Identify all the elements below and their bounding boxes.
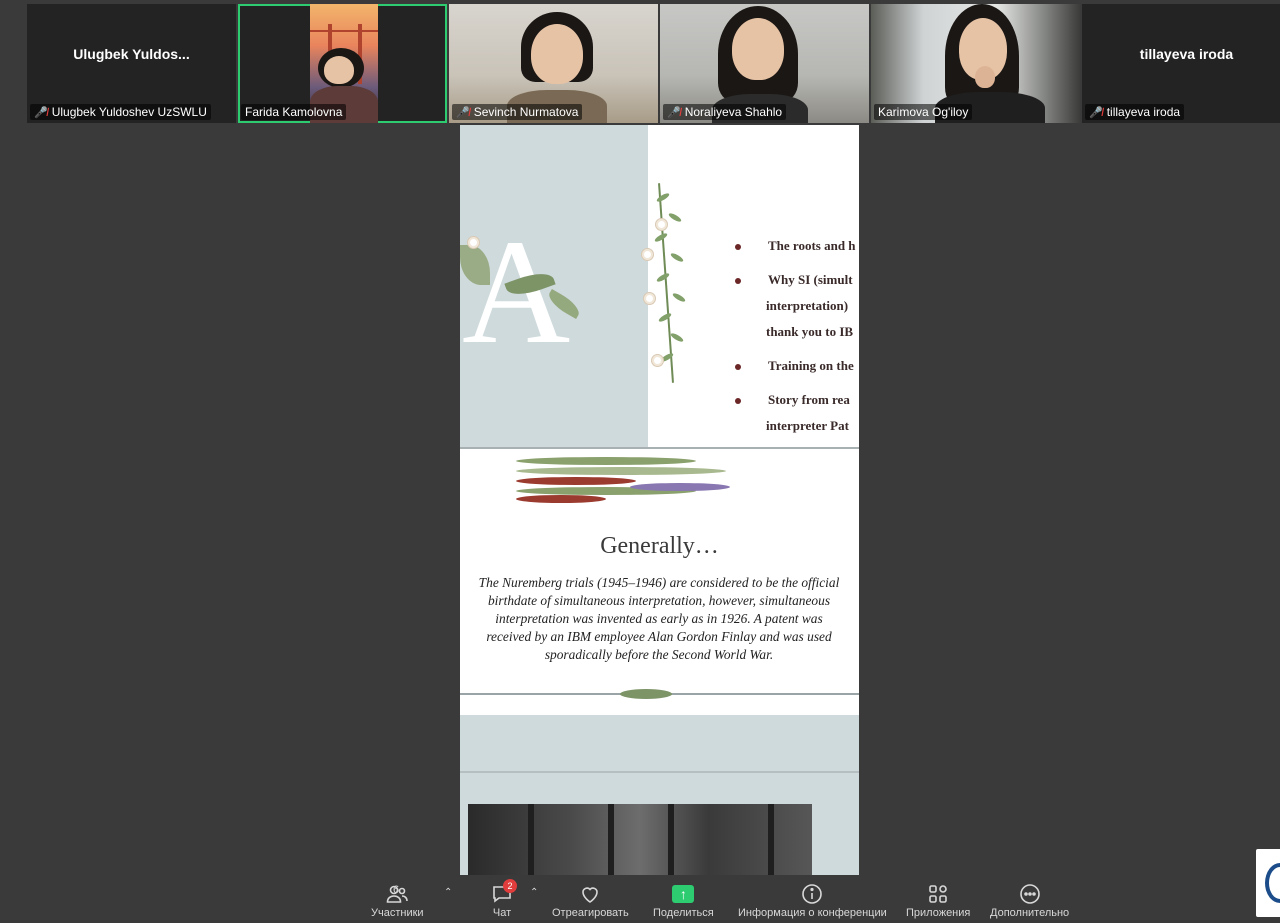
participant-tile[interactable]: tillayeva iroda 🎤̸ tillayeva iroda <box>1082 4 1280 123</box>
participant-name: tillayeva iroda <box>1106 105 1181 119</box>
chat-icon: 2 <box>490 879 517 907</box>
mic-muted-icon: 🎤̸ <box>34 106 48 119</box>
heart-icon <box>578 881 602 907</box>
participant-name: Sevinch Nurmatova <box>473 105 579 119</box>
list-item: Training on the <box>735 353 859 379</box>
participant-name: Karimova Og'iloy <box>878 105 969 119</box>
apps-label: Приложения <box>906 907 971 919</box>
mic-muted-icon: 🎤̸ <box>1089 106 1103 119</box>
chat-menu-caret-icon[interactable]: ⌃ <box>530 887 538 898</box>
share-screen-button[interactable]: ↑ Поделиться <box>653 881 714 919</box>
more-label: Дополнительно <box>990 907 1070 919</box>
slide-heading: Generally… <box>600 533 719 559</box>
participant-label: Karimova Og'iloy <box>874 104 973 120</box>
mic-muted-icon: 🎤̸ <box>667 106 681 119</box>
participant-label: 🎤̸ Noraliyeva Shahlo <box>663 104 787 120</box>
plume-decoration <box>516 457 696 465</box>
participant-tile[interactable]: 🎤̸ Sevinch Nurmatova <box>449 4 658 123</box>
flower-decoration <box>652 355 663 366</box>
more-icon <box>1018 881 1042 907</box>
flower-decoration <box>468 237 479 248</box>
meeting-toolbar: 6 Участники ⌃ 2 Чат ⌃ Отреагировать ↑ По… <box>0 875 1280 923</box>
participants-label: Участники <box>371 907 424 919</box>
slide-left-pane: A <box>460 125 648 447</box>
list-item: Why SI (simult interpretation) thank you… <box>735 267 859 345</box>
chat-button[interactable]: 2 Чат <box>490 879 517 919</box>
list-item: Story from rea interpreter Pat <box>735 387 859 439</box>
slide-section-agenda: A The roots and h Why SI (simult <box>460 125 859 447</box>
chat-label: Чат <box>492 907 512 919</box>
info-label: Информация о конференции <box>738 907 887 919</box>
share-label: Поделиться <box>653 907 714 919</box>
meeting-info-button[interactable]: Информация о конференции <box>738 881 887 919</box>
participants-button[interactable]: 6 Участники <box>371 881 424 919</box>
agenda-list: The roots and h Why SI (simult interpret… <box>733 233 859 447</box>
react-button[interactable]: Отреагировать <box>552 881 629 919</box>
flower-decoration <box>656 219 667 230</box>
participant-tile[interactable]: 🎤̸ Noraliyeva Shahlo <box>660 4 869 123</box>
flower-decoration <box>642 249 653 260</box>
participant-name: Farida Kamolovna <box>245 105 343 119</box>
participants-menu-caret-icon[interactable]: ⌃ <box>444 887 452 898</box>
participant-label: 🎤̸ tillayeva iroda <box>1085 104 1185 120</box>
participant-label: Farida Kamolovna <box>241 104 347 120</box>
participant-label: 🎤̸ Ulugbek Yuldoshev UzSWLU <box>30 104 211 120</box>
slide-section-photo <box>460 715 859 875</box>
slide-paragraph: The Nuremberg trials (1945–1946) are con… <box>478 575 840 662</box>
participant-name: Noraliyeva Shahlo <box>684 105 783 119</box>
participant-name: Ulugbek Yuldoshev UzSWLU <box>51 105 207 119</box>
info-icon <box>800 881 824 907</box>
shared-screen[interactable]: A The roots and h Why SI (simult <box>460 125 859 875</box>
participant-tile-active[interactable]: Farida Kamolovna <box>238 4 447 123</box>
flower-decoration <box>644 293 655 304</box>
share-screen-icon: ↑ <box>672 881 695 907</box>
more-button[interactable]: Дополнительно <box>990 881 1069 919</box>
apps-button[interactable]: Приложения <box>906 881 970 919</box>
slide-section-generally: Generally… The Nuremberg trials (1945–19… <box>460 449 859 699</box>
participant-tile[interactable]: Karimova Og'iloy <box>871 4 1080 123</box>
apps-icon <box>926 881 950 907</box>
slide-divider <box>460 771 859 773</box>
participant-strip: Ulugbek Yuldos... 🎤̸ Ulugbek Yuldoshev U… <box>27 4 1280 123</box>
leaf-decoration <box>620 689 672 699</box>
floating-widget[interactable] <box>1256 849 1280 917</box>
participant-display-name: Ulugbek Yuldos... <box>73 45 190 62</box>
participant-label: 🎤̸ Sevinch Nurmatova <box>452 104 583 120</box>
chat-unread-badge: 2 <box>503 879 517 893</box>
historical-photo <box>468 804 812 875</box>
mic-muted-icon: 🎤̸ <box>456 106 470 119</box>
list-item: The roots and h <box>735 233 859 259</box>
participant-display-name: tillayeva iroda <box>1139 45 1234 62</box>
widget-logo-icon <box>1265 863 1280 903</box>
react-label: Отреагировать <box>552 907 629 919</box>
participants-count: 6 <box>393 884 400 896</box>
participant-tile[interactable]: Ulugbek Yuldos... 🎤̸ Ulugbek Yuldoshev U… <box>27 4 236 123</box>
